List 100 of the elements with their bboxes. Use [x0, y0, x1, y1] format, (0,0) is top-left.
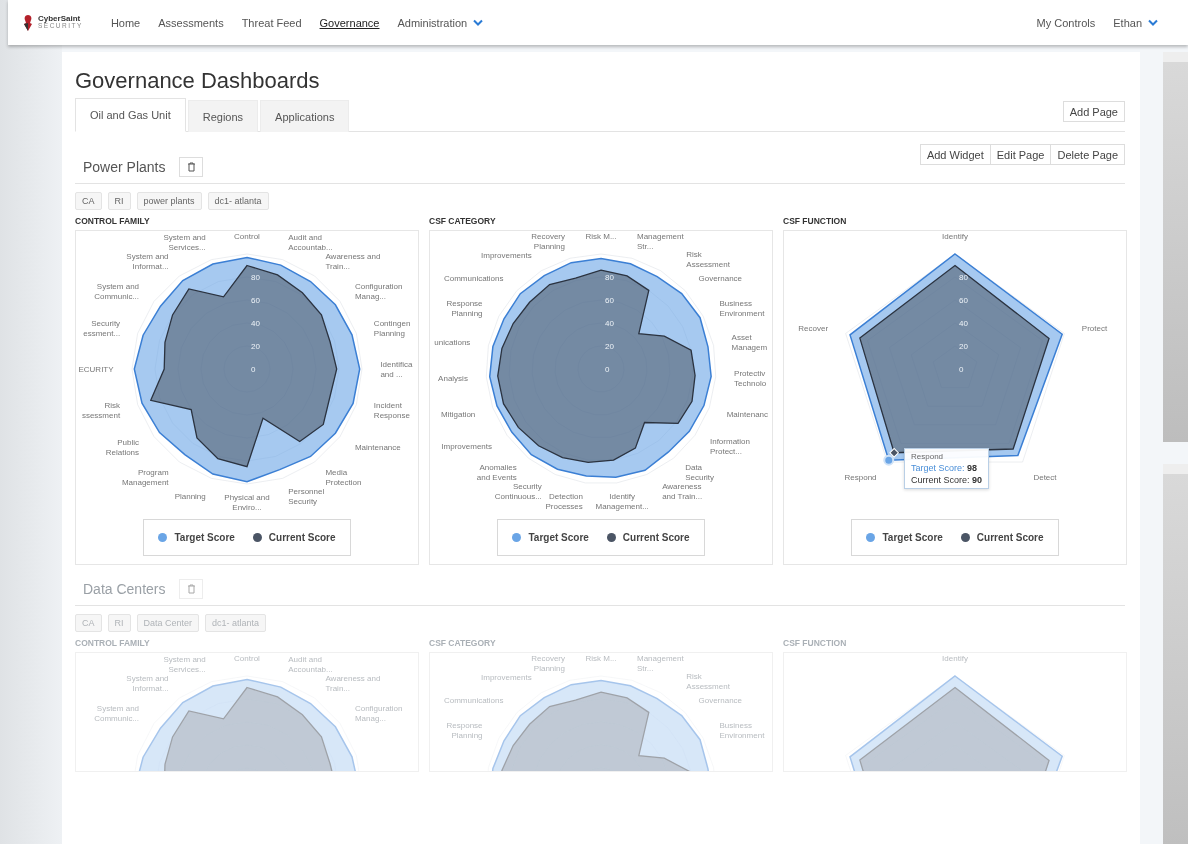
chart-title: CSF FUNCTION	[783, 638, 848, 648]
page-tab[interactable]: Applications	[260, 100, 350, 132]
axis-label: Management Str...	[637, 231, 684, 251]
tick-label: 40	[251, 319, 260, 328]
axis-label: Improvements	[481, 673, 532, 682]
axis-label: Analysis	[438, 374, 468, 384]
tick-label: 60	[959, 296, 968, 305]
trash-icon	[187, 584, 196, 594]
axis-label: Configuration Manag...	[354, 703, 403, 723]
trash-icon	[187, 162, 196, 172]
nav-link[interactable]: Administration	[397, 16, 484, 29]
axis-label: Program Management	[121, 467, 169, 487]
tick-label: 80	[251, 273, 260, 282]
chart-title: CONTROL FAMILY	[75, 638, 151, 648]
axis-label: Governance	[698, 695, 743, 705]
axis-label: System and Communic...	[94, 281, 140, 301]
axis-label: Configuration Manag...	[354, 281, 403, 301]
nav-link[interactable]: Home	[110, 16, 141, 29]
tick-label: 40	[959, 319, 968, 328]
axis-label: Respond	[844, 472, 877, 482]
filter-tag: RI	[107, 614, 131, 632]
axis-label: Business Environment	[719, 720, 765, 740]
target-point-marker	[883, 454, 895, 466]
axis-label: System and Informat...	[126, 674, 169, 694]
axis-label: Response Planning	[446, 298, 483, 318]
axis-label: Risk M...	[585, 653, 617, 663]
axis-label: Mitigation	[441, 409, 476, 419]
tick-label: 40	[605, 319, 614, 328]
axis-label: Security Continuous...	[494, 482, 542, 502]
nav-link[interactable]: Ethan	[1113, 16, 1158, 29]
axis-label: Media Protection	[325, 467, 362, 487]
axis-label: Risk Assessment	[686, 672, 730, 691]
logo-icon	[22, 13, 34, 32]
tick-label: 20	[959, 342, 968, 351]
axis-label: Maintenance	[354, 443, 401, 453]
axis-label: Incident Response	[373, 401, 410, 421]
tick-label: 60	[251, 296, 260, 305]
axis-label: Control	[234, 231, 260, 241]
axis-label: System and Informat...	[126, 252, 169, 272]
tick-label: 80	[605, 273, 614, 282]
axis-label: Communications	[443, 695, 504, 705]
axis-label: Security essment...	[83, 318, 121, 338]
tick-label: 80	[959, 273, 968, 282]
page-action-button[interactable]: Edit Page	[990, 144, 1052, 165]
filter-tag: Data Center	[136, 614, 200, 632]
legend-label: Target Score	[528, 532, 589, 543]
tick-label: 60	[605, 296, 614, 305]
chart-title: CSF CATEGORY	[429, 216, 497, 226]
axis-label: Communications	[443, 273, 504, 283]
axis-label: Public Relations	[105, 438, 140, 458]
nav-link[interactable]: My Controls	[1036, 16, 1096, 29]
section-title: Power Plants	[83, 159, 166, 175]
axis-label: Recover	[798, 323, 829, 333]
axis-label: Data Security	[685, 463, 715, 483]
add-page-button[interactable]: Add Page	[1062, 101, 1125, 122]
axis-label: Identify	[942, 231, 968, 241]
page-tab[interactable]: Oil and Gas Unit	[75, 98, 186, 132]
axis-label: Protectiv Technolo	[734, 369, 767, 389]
nav-link[interactable]: Governance	[319, 16, 380, 29]
tick-label: 20	[605, 342, 614, 351]
axis-label: Risk Assessment	[686, 250, 730, 269]
axis-label: Detect	[1033, 472, 1057, 482]
legend-label: Current Score	[268, 532, 336, 543]
axis-label: Identifica and ...	[380, 360, 413, 379]
page-tab[interactable]: Regions	[187, 100, 259, 132]
axis-label: Improvements	[441, 441, 492, 451]
axis-label: Maintenanc	[726, 409, 769, 419]
delete-section-button[interactable]	[179, 157, 204, 177]
axis-label: Response Planning	[446, 720, 483, 740]
nav-link[interactable]: Assessments	[158, 16, 224, 29]
axis-label: System and Services...	[163, 233, 206, 253]
axis-label: Governance	[698, 273, 743, 283]
chart-title: CSF FUNCTION	[783, 216, 848, 226]
axis-label: Asset Managem	[731, 332, 768, 352]
axis-label: unications	[434, 337, 471, 347]
axis-label: Information Protect...	[710, 436, 750, 456]
axis-label: Identify	[942, 653, 968, 663]
tick-label: 0	[251, 365, 256, 374]
filter-tag: RI	[107, 192, 131, 210]
axis-label: Physical and Enviro...	[224, 493, 270, 513]
chart-tooltip: Respond Target Score: 98 Current Score: 90	[904, 448, 990, 489]
current-point-marker	[889, 448, 899, 458]
axis-label: Improvements	[481, 251, 532, 260]
axis-label: Contingen Planning	[373, 318, 411, 338]
axis-label: Awareness and Train...	[325, 252, 381, 272]
legend-label: Target Score	[174, 532, 235, 543]
axis-label: Management Str...	[637, 653, 684, 673]
chart-title: CONTROL FAMILY	[75, 216, 151, 226]
page-action-button[interactable]: Add Widget	[919, 144, 991, 165]
axis-label: Recovery Planning	[531, 653, 565, 673]
tick-label: 20	[251, 342, 260, 351]
axis-label: Risk ssessment	[81, 401, 121, 421]
page-action-button[interactable]: Delete Page	[1051, 144, 1125, 165]
axis-label: Risk M...	[585, 231, 617, 241]
axis-label: ECURITY	[78, 365, 114, 374]
chart-title: CSF CATEGORY	[429, 638, 497, 648]
legend-label: Current Score	[976, 532, 1044, 543]
axis-label: Control	[234, 653, 260, 663]
nav-link[interactable]: Threat Feed	[241, 16, 302, 29]
axis-label: Awareness and Train...	[662, 482, 703, 502]
